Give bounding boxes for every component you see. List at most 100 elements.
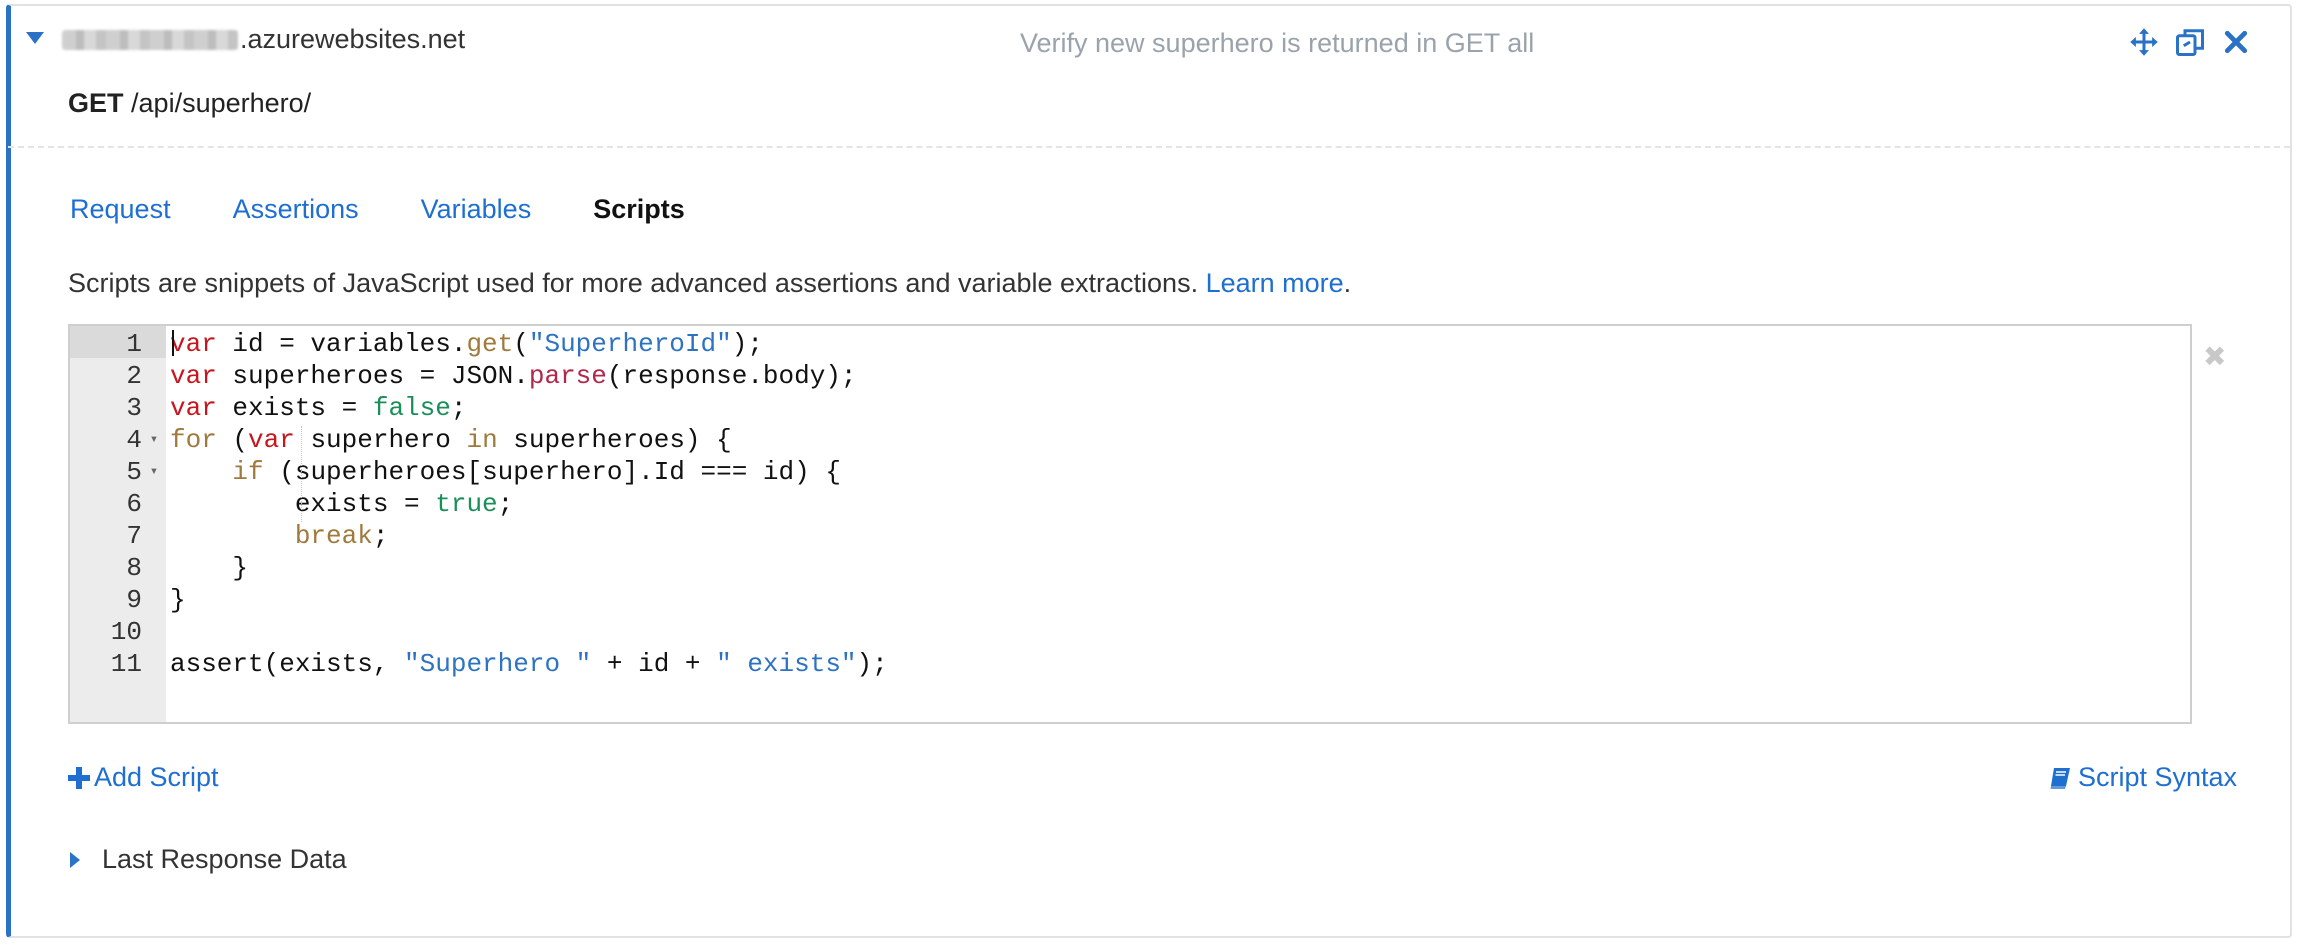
request-host: .azurewebsites.net <box>62 24 465 55</box>
tab-bar: Request Assertions Variables Scripts <box>70 194 747 225</box>
line-number: 10 <box>110 617 142 647</box>
code-text: break; <box>166 520 389 552</box>
code-token: true <box>435 489 498 519</box>
tab-scripts[interactable]: Scripts <box>593 194 685 225</box>
code-text: assert(exists, "Superhero " + id + " exi… <box>166 648 888 680</box>
code-lines[interactable]: 1 var id = variables.get("SuperheroId"); 2… <box>70 328 2190 680</box>
request-line: GET /api/superhero/ <box>68 88 311 119</box>
code-line[interactable]: 3 var exists = false; <box>70 392 2190 424</box>
remove-script-icon[interactable]: ✖ <box>2203 340 2226 373</box>
tab-assertions[interactable]: Assertions <box>233 194 359 225</box>
line-number: 9 <box>126 585 142 615</box>
code-line[interactable]: 7 break; <box>70 520 2190 552</box>
code-token: false <box>372 393 451 423</box>
code-token: var <box>170 361 217 391</box>
line-number: 1 <box>126 329 142 359</box>
code-token: get <box>466 329 514 359</box>
code-line[interactable]: 8 } <box>70 552 2190 584</box>
code-line[interactable]: 1 var id = variables.get("SuperheroId"); <box>70 328 2190 360</box>
script-editor[interactable]: 1 var id = variables.get("SuperheroId"); 2… <box>68 324 2192 724</box>
plus-icon <box>68 766 90 789</box>
line-number: 6 <box>126 489 142 519</box>
code-line[interactable]: 11 assert(exists, "Superhero " + id + " e… <box>70 648 2190 680</box>
code-line[interactable]: 4 ▾ for (var superhero in superheroes) { <box>70 424 2190 456</box>
http-method: GET <box>68 88 124 118</box>
code-line[interactable]: 2 var superheroes = JSON.parse(response.b… <box>70 360 2190 392</box>
close-icon[interactable] <box>2218 24 2254 60</box>
code-text: var exists = false; <box>166 392 466 424</box>
last-response-toggle[interactable]: Last Response Data <box>70 844 347 875</box>
code-text: if (superheroes[superhero].Id === id) { <box>166 456 841 488</box>
add-script-label: Add Script <box>94 762 219 792</box>
code-token: ; <box>372 521 389 551</box>
code-token: ( <box>513 329 529 359</box>
code-token: id = variables. <box>216 329 467 359</box>
indent-guide <box>301 426 302 522</box>
book-icon <box>2050 767 2070 789</box>
host-suffix: .azurewebsites.net <box>240 24 466 54</box>
code-token: } <box>170 585 186 615</box>
code-token: ; <box>497 489 514 519</box>
code-text: var superheroes = JSON.parse(response.bo… <box>166 360 857 392</box>
line-number: 5 <box>126 457 142 487</box>
code-token: ( <box>216 425 249 455</box>
expand-triangle-icon <box>70 851 80 868</box>
code-text: exists = true; <box>166 488 513 520</box>
section-divider <box>8 146 2290 148</box>
code-token: + id + <box>591 649 717 679</box>
code-token: ); <box>731 329 763 359</box>
code-line[interactable]: 6 exists = true; <box>70 488 2190 520</box>
request-path: /api/superhero/ <box>131 88 312 118</box>
fold-arrow-icon[interactable]: ▾ <box>142 456 166 488</box>
code-token: } <box>170 553 249 583</box>
code-line[interactable]: 5 ▾ if (superheroes[superhero].Id === id)… <box>70 456 2190 488</box>
line-number: 3 <box>126 393 142 423</box>
code-text: for (var superhero in superheroes) { <box>166 424 732 456</box>
line-number: 4 <box>126 425 142 455</box>
duplicate-icon[interactable] <box>2172 24 2208 60</box>
tab-request[interactable]: Request <box>70 194 171 225</box>
code-token: in <box>466 425 498 455</box>
code-line[interactable]: 9} <box>70 584 2190 616</box>
last-response-label: Last Response Data <box>102 844 347 874</box>
learn-more-link[interactable]: Learn more <box>1206 268 1344 298</box>
code-token: assert(exists, <box>170 649 405 679</box>
line-number: 11 <box>110 649 142 679</box>
code-token: for <box>170 425 217 455</box>
test-step-title[interactable]: Verify new superhero is returned in GET … <box>1020 28 1534 59</box>
code-token: ); <box>856 649 888 679</box>
code-token: superheroes = JSON. <box>216 361 529 391</box>
move-icon[interactable] <box>2126 24 2162 60</box>
collapse-toggle-icon[interactable] <box>26 32 44 44</box>
line-number: 7 <box>126 521 142 551</box>
code-token: ; <box>450 393 467 423</box>
code-token: var <box>170 393 217 423</box>
code-token: superheroes) { <box>497 425 732 455</box>
script-syntax-link[interactable]: Script Syntax <box>2048 762 2237 793</box>
code-token: break <box>294 521 373 551</box>
code-token: " exists" <box>716 649 857 679</box>
code-token: exists = <box>170 489 436 519</box>
code-token: (response.body); <box>606 361 857 391</box>
code-token: "SuperheroId" <box>528 329 732 359</box>
add-script-button[interactable]: Add Script <box>68 762 219 793</box>
code-token: if <box>232 457 264 487</box>
tab-variables[interactable]: Variables <box>421 194 532 225</box>
code-text: var id = variables.get("SuperheroId"); <box>166 328 763 360</box>
code-text: } <box>166 552 248 584</box>
code-line[interactable]: 10 <box>70 616 2190 648</box>
fold-arrow-icon[interactable]: ▾ <box>142 424 166 456</box>
line-number: 2 <box>126 361 142 391</box>
